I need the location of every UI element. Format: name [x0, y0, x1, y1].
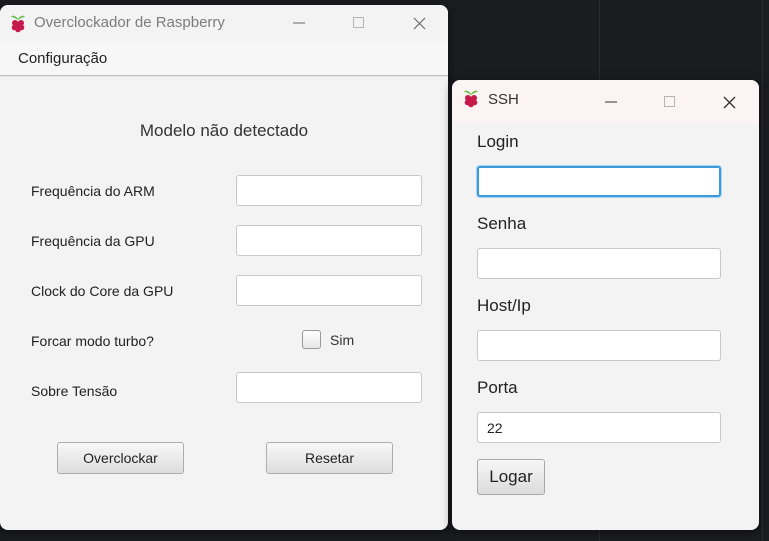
arm-frequency-input[interactable] — [236, 175, 422, 206]
gpu-frequency-label: Frequência da GPU — [31, 233, 155, 249]
window-title: Overclockador de Raspberry — [34, 14, 225, 31]
raspberry-pi-icon — [9, 13, 27, 33]
overclock-button[interactable]: Overclockar — [57, 442, 184, 474]
minimize-icon — [605, 101, 617, 103]
minimize-icon — [293, 22, 305, 24]
host-label: Host/Ip — [477, 296, 531, 315]
login-button[interactable]: Logar — [477, 459, 545, 495]
over-voltage-label: Sobre Tensão — [31, 383, 118, 399]
turbo-checkbox-label[interactable]: Sim — [330, 332, 354, 348]
host-input[interactable] — [477, 330, 721, 361]
login-label: Login — [477, 132, 519, 151]
maximize-icon — [353, 17, 364, 28]
title-bar[interactable]: SSH — [452, 80, 759, 124]
window-title: SSH — [488, 91, 519, 108]
gpu-core-clock-input[interactable] — [236, 275, 422, 306]
desktop-divider — [762, 0, 763, 541]
port-input[interactable] — [477, 412, 721, 443]
maximize-button[interactable] — [334, 5, 384, 41]
menu-bar: Configuração — [0, 41, 448, 76]
turbo-mode-label: Forcar modo turbo? — [31, 333, 154, 349]
minimize-button[interactable] — [274, 5, 324, 41]
close-icon — [723, 96, 735, 108]
turbo-checkbox[interactable] — [302, 330, 321, 349]
maximize-icon — [664, 96, 675, 107]
gpu-frequency-input[interactable] — [236, 225, 422, 256]
over-voltage-input[interactable] — [236, 372, 422, 403]
close-button[interactable] — [394, 5, 444, 41]
model-status: Modelo não detectado — [139, 121, 309, 140]
close-button[interactable] — [704, 80, 754, 124]
raspberry-pi-icon — [462, 88, 480, 108]
title-bar[interactable]: Overclockador de Raspberry — [0, 5, 448, 41]
arm-frequency-label: Frequência do ARM — [31, 183, 155, 199]
ssh-window: SSH Login Senha Host/Ip Porta Logar — [452, 80, 759, 530]
password-label: Senha — [477, 214, 527, 233]
gpu-core-clock-label: Clock do Core da GPU — [31, 283, 174, 299]
reset-button[interactable]: Resetar — [266, 442, 393, 474]
port-label: Porta — [477, 378, 518, 397]
password-input[interactable] — [477, 248, 721, 279]
close-icon — [413, 17, 425, 29]
menu-configuracao[interactable]: Configuração — [18, 50, 107, 67]
maximize-button[interactable] — [645, 80, 695, 124]
login-input[interactable] — [477, 166, 721, 197]
minimize-button[interactable] — [586, 80, 636, 124]
overclock-window: Overclockador de Raspberry Configuração … — [0, 5, 448, 530]
